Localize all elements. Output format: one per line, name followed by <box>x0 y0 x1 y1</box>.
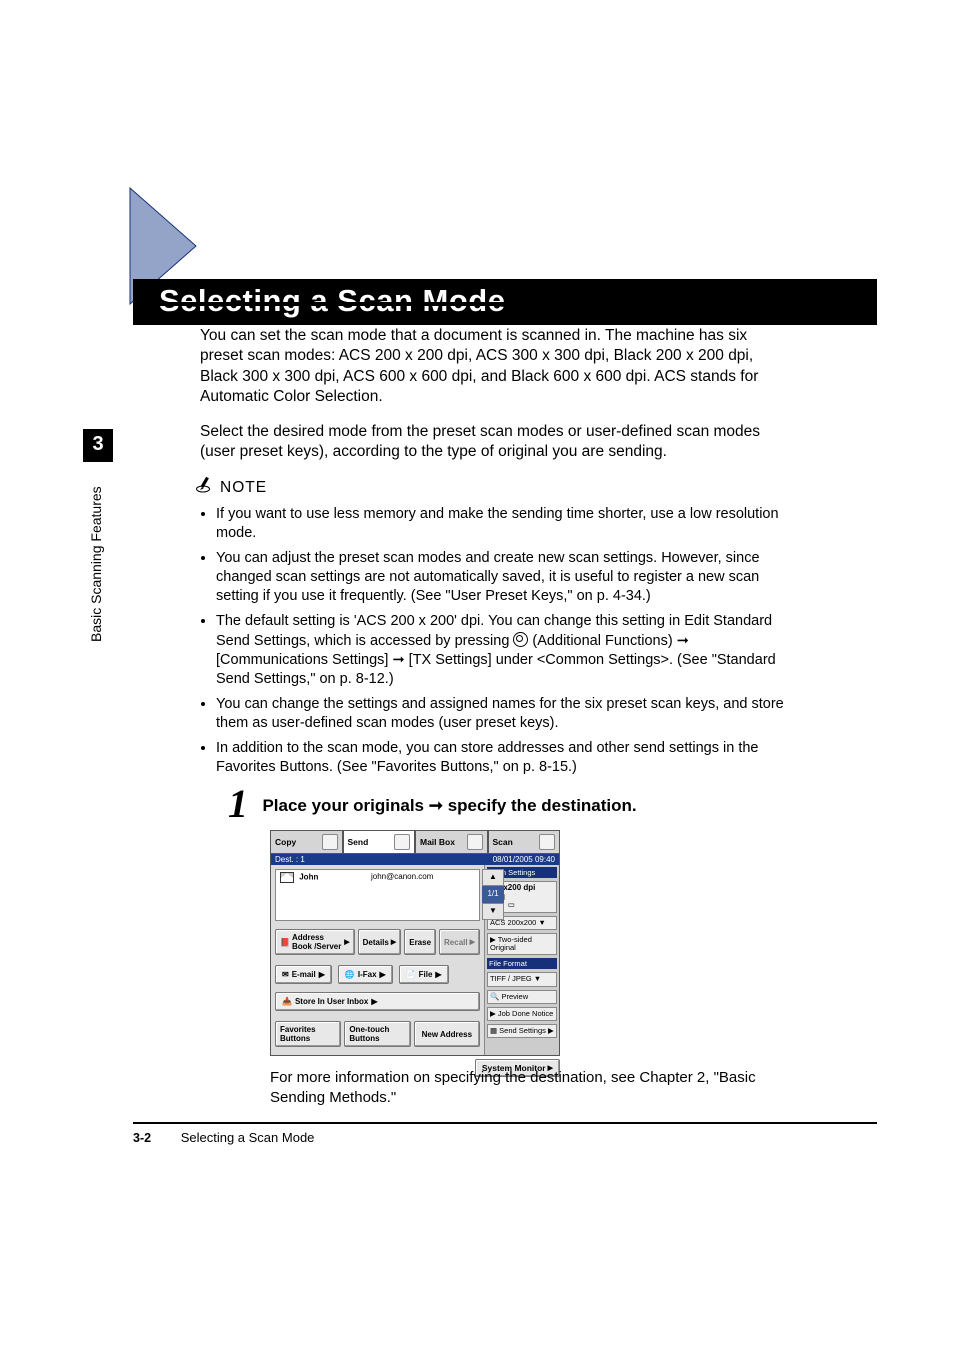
details-button[interactable]: Details▶ <box>358 929 402 955</box>
screenshot-caption: For more information on specifying the d… <box>270 1068 790 1109</box>
send-settings-button[interactable]: ▦ Send Settings ▶ <box>487 1024 557 1038</box>
page-number: 3-2 <box>133 1131 151 1145</box>
note-item: The default setting is 'ACS 200 x 200' d… <box>216 612 785 689</box>
new-address-button[interactable]: New Address <box>414 1021 480 1047</box>
dest-count: Dest. : 1 <box>275 855 305 864</box>
footer-title: Selecting a Scan Mode <box>181 1130 315 1145</box>
chapter-number-tab: 3 <box>83 429 113 462</box>
note-item: You can change the settings and assigned… <box>216 695 785 733</box>
note-item: If you want to use less memory and make … <box>216 505 785 543</box>
note-pencil-icon <box>196 477 214 499</box>
scan-icon <box>539 834 555 850</box>
favorites-buttons-button[interactable]: Favorites Buttons <box>275 1021 341 1047</box>
tab-scan[interactable]: Scan <box>488 830 561 853</box>
ifax-button[interactable]: 🌐I-Fax▶ <box>338 965 393 984</box>
chapter-title-vertical: Basic Scanning Features <box>83 462 104 650</box>
tab-send[interactable]: Send <box>343 830 416 853</box>
send-icon <box>394 834 410 850</box>
erase-button[interactable]: Erase <box>404 929 436 955</box>
recall-button[interactable]: Recall▶ <box>439 929 480 955</box>
note-item: In addition to the scan mode, you can st… <box>216 739 785 777</box>
copy-icon <box>322 834 338 850</box>
mail-icon <box>280 872 294 883</box>
destination-list[interactable]: John john@canon.com <box>275 869 480 921</box>
file-button[interactable]: 📄File▶ <box>399 965 449 984</box>
scroll-up-button[interactable]: ▲ <box>482 869 504 886</box>
dest-name: John <box>299 873 318 882</box>
step-number: 1 <box>228 780 248 827</box>
preview-button[interactable]: 🔍 Preview <box>487 990 557 1004</box>
one-touch-buttons-button[interactable]: One-touch Buttons <box>344 1021 410 1047</box>
note-item: You can adjust the preset scan modes and… <box>216 549 785 606</box>
email-button[interactable]: ✉E-mail▶ <box>275 965 332 984</box>
store-in-user-inbox-button[interactable]: 📥Store In User Inbox▶ <box>275 992 480 1011</box>
page-indicator: 1/1 <box>482 886 504 903</box>
arrow-icon: ➞ <box>429 796 443 815</box>
footer-rule <box>133 1122 877 1124</box>
file-format-button[interactable]: TIFF / JPEG ▼ <box>487 972 557 986</box>
intro-paragraph-1: You can set the scan mode that a documen… <box>200 326 785 408</box>
note-heading: NOTE <box>196 477 785 499</box>
address-book-button[interactable]: 📕Address Book /Server▶ <box>275 929 355 955</box>
note-label: NOTE <box>220 478 267 498</box>
additional-functions-icon <box>513 632 528 647</box>
two-sided-original-button[interactable]: ▶ Two-sided Original <box>487 933 557 956</box>
heading-rule <box>133 302 877 306</box>
datetime: 08/01/2005 09:40 <box>493 855 555 864</box>
tab-copy[interactable]: Copy <box>270 830 343 853</box>
device-screenshot: Copy Send Mail Box Scan Dest. : 1 08/01/… <box>270 830 560 1077</box>
intro-paragraph-2: Select the desired mode from the preset … <box>200 422 785 463</box>
note-list: If you want to use less memory and make … <box>216 505 785 778</box>
job-done-notice-button[interactable]: ▶ Job Done Notice <box>487 1007 557 1021</box>
tab-mailbox[interactable]: Mail Box <box>415 830 488 853</box>
dest-address: john@canon.com <box>371 872 433 881</box>
step-1: 1 Place your originals ➞ specify the des… <box>228 780 788 827</box>
mailbox-icon <box>467 834 483 850</box>
scroll-down-button[interactable]: ▼ <box>482 903 504 920</box>
step-instruction: Place your originals ➞ specify the desti… <box>262 796 636 815</box>
file-format-header: File Format <box>487 958 557 969</box>
page-footer: 3-2 Selecting a Scan Mode <box>133 1130 314 1145</box>
